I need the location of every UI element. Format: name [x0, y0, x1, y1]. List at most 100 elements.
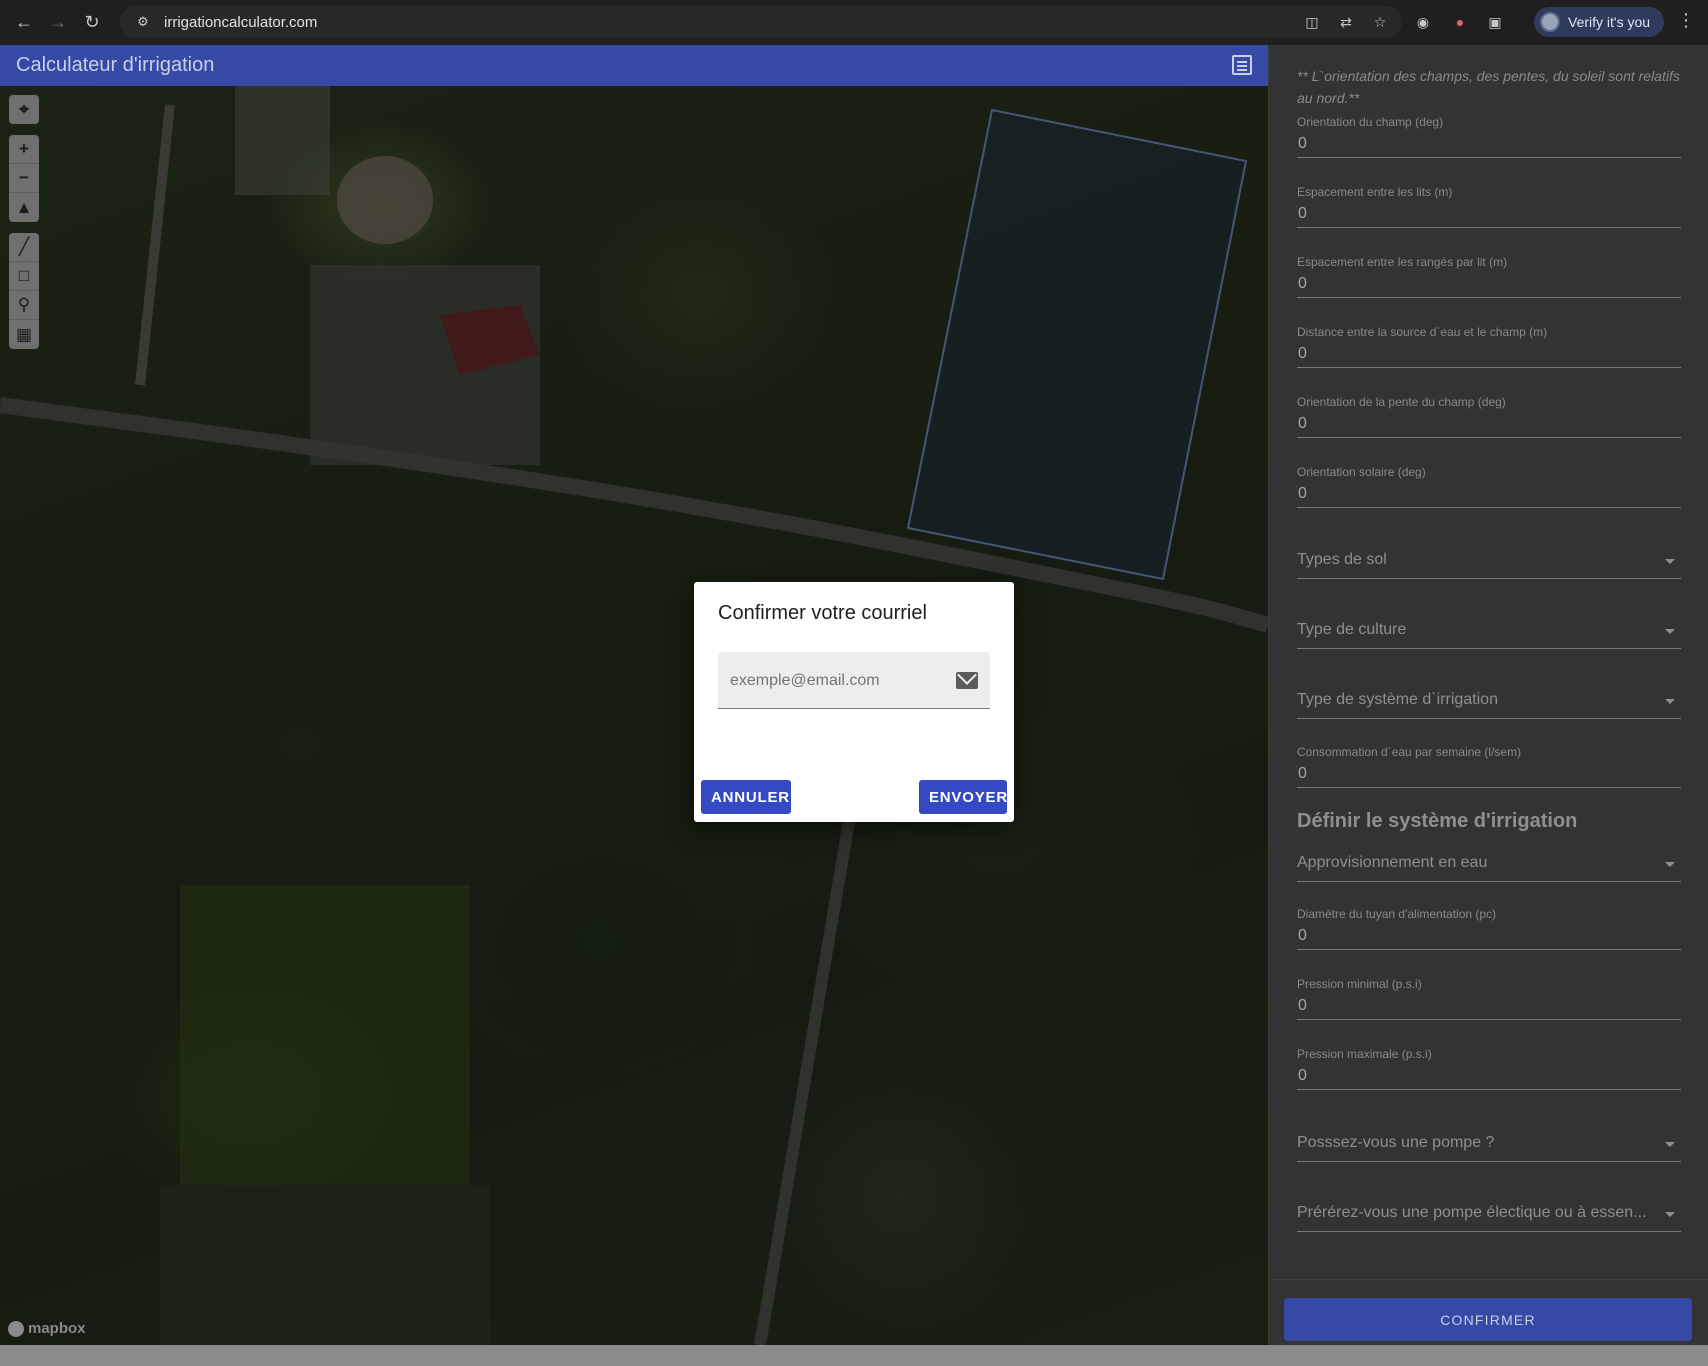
- field-orientation[interactable]: Orientation du champ (deg) 0: [1297, 115, 1681, 158]
- confirm-email-dialog: Confirmer votre courriel ANNULER ENVOYER: [694, 582, 1014, 822]
- chevron-down-icon: [1665, 559, 1675, 564]
- select-label: Types de sol: [1297, 551, 1387, 568]
- confirm-button[interactable]: CONFIRMER: [1284, 1298, 1692, 1341]
- field-value[interactable]: 0: [1297, 205, 1681, 227]
- email-input[interactable]: [730, 670, 950, 692]
- draw-polygon-icon[interactable]: □: [9, 262, 39, 291]
- field-value[interactable]: 0: [1297, 345, 1681, 367]
- field-value[interactable]: 0: [1297, 927, 1681, 949]
- back-icon[interactable]: ←: [10, 9, 38, 37]
- send-button[interactable]: ENVOYER: [919, 780, 1007, 814]
- field-label: Orientation du champ (deg): [1297, 115, 1444, 129]
- translate-icon[interactable]: ⇄: [1336, 12, 1356, 32]
- field-label: Espacement entre les rangés par lit (m): [1297, 255, 1508, 269]
- draw-point-icon[interactable]: ⚲: [9, 291, 39, 320]
- trash-icon[interactable]: ▦: [9, 320, 39, 349]
- reload-icon[interactable]: ↻: [78, 9, 106, 37]
- verify-label: Verify it's you: [1568, 14, 1651, 30]
- field-label: Orientation de la pente du champ (deg): [1297, 395, 1506, 409]
- chevron-down-icon: [1665, 1142, 1675, 1147]
- url-text: irrigationcalculator.com: [164, 13, 318, 31]
- field-solar-orientation[interactable]: Orientation solaire (deg) 0: [1297, 465, 1681, 508]
- draw-line-icon[interactable]: ╱: [9, 233, 39, 262]
- browser-menu-icon[interactable]: ⋮: [1676, 10, 1696, 34]
- chevron-down-icon: [1665, 1212, 1675, 1217]
- mapbox-mark-icon: [8, 1320, 24, 1337]
- chevron-down-icon: [1665, 629, 1675, 634]
- field-max-pressure[interactable]: Pression maximale (p.s.i) 0: [1297, 1047, 1681, 1090]
- mapbox-logo[interactable]: mapbox: [8, 1320, 86, 1337]
- field-slope-orientation[interactable]: Orientation de la pente du champ (deg) 0: [1297, 395, 1681, 438]
- install-app-icon[interactable]: ◫: [1302, 12, 1322, 32]
- app-header: Calculateur d'irrigation: [0, 45, 1268, 86]
- select-label: Prérérez-vous une pompe électique ou à e…: [1297, 1204, 1647, 1221]
- field-water-distance[interactable]: Distance entre la source d`eau et le cha…: [1297, 325, 1681, 368]
- field-label: Espacement entre les lits (m): [1297, 185, 1453, 199]
- extensions-puzzle-icon[interactable]: ▣: [1482, 9, 1508, 35]
- email-field-container[interactable]: [718, 652, 990, 709]
- field-label: Diamètre du tuyan d'alimentation (pc): [1297, 907, 1497, 921]
- field-value[interactable]: 0: [1297, 275, 1681, 297]
- field-value[interactable]: 0: [1297, 997, 1681, 1019]
- browser-toolbar: ← → ↻ ⚙ irrigationcalculator.com ◫ ⇄ ☆ ◉…: [0, 0, 1708, 45]
- navigation-control: + − ▲: [9, 135, 39, 222]
- select-label: Posssez-vous une pompe ?: [1297, 1134, 1495, 1151]
- mapbox-text: mapbox: [28, 1320, 86, 1337]
- bottom-strip: [0, 1345, 1708, 1366]
- field-min-pressure[interactable]: Pression minimal (p.s.i) 0: [1297, 977, 1681, 1020]
- address-bar[interactable]: ⚙ irrigationcalculator.com ◫ ⇄ ☆: [120, 6, 1402, 38]
- site-settings-icon[interactable]: ⚙: [134, 13, 152, 31]
- select-label: Type de culture: [1297, 621, 1407, 638]
- zoom-out-icon[interactable]: −: [9, 164, 39, 193]
- select-has-pump[interactable]: Posssez-vous une pompe ?: [1297, 1128, 1681, 1162]
- select-irrigation-system[interactable]: Type de système d`irrigation: [1297, 685, 1681, 719]
- parameters-sidebar: ** L`orientation des champs, des pentes,…: [1268, 45, 1708, 1345]
- extension-pin-icon[interactable]: ●: [1447, 9, 1473, 35]
- app-title: Calculateur d'irrigation: [16, 54, 215, 76]
- profile-avatar: [1540, 12, 1560, 32]
- zoom-in-icon[interactable]: +: [9, 135, 39, 164]
- geolocate-control: ⌖: [9, 95, 39, 124]
- field-row-spacing[interactable]: Espacement entre les rangés par lit (m) …: [1297, 255, 1681, 298]
- forward-icon[interactable]: →: [44, 9, 72, 37]
- field-pipe-diameter[interactable]: Diamètre du tuyan d'alimentation (pc) 0: [1297, 907, 1681, 950]
- field-label: Pression minimal (p.s.i): [1297, 977, 1422, 991]
- field-label: Orientation solaire (deg): [1297, 465, 1426, 479]
- section-title: Définir le système d'irrigation: [1297, 810, 1578, 832]
- field-value[interactable]: 0: [1297, 765, 1681, 787]
- cancel-button[interactable]: ANNULER: [701, 780, 791, 814]
- dialog-title: Confirmer votre courriel: [718, 602, 927, 624]
- list-menu-icon[interactable]: [1232, 55, 1252, 75]
- modal-backdrop[interactable]: [0, 45, 1268, 1345]
- omnibox-actions: ◫ ⇄ ☆: [1302, 6, 1390, 38]
- browser-nav: ← → ↻: [0, 9, 106, 37]
- orientation-note: ** L`orientation des champs, des pentes,…: [1297, 68, 1680, 106]
- field-water-consumption[interactable]: Consommation d`eau par semaine (l/sem) 0: [1297, 745, 1681, 788]
- bookmark-star-icon[interactable]: ☆: [1370, 12, 1390, 32]
- field-value[interactable]: 0: [1297, 135, 1681, 157]
- draw-control: ╱ □ ⚲ ▦: [9, 233, 39, 349]
- select-label: Type de système d`irrigation: [1297, 691, 1498, 708]
- compass-icon[interactable]: ▲: [9, 193, 39, 222]
- chevron-down-icon: [1665, 699, 1675, 704]
- field-label: Consommation d`eau par semaine (l/sem): [1297, 745, 1522, 759]
- chevron-down-icon: [1665, 862, 1675, 867]
- field-bed-spacing[interactable]: Espacement entre les lits (m) 0: [1297, 185, 1681, 228]
- geolocate-icon[interactable]: ⌖: [9, 95, 39, 124]
- field-label: Pression maximale (p.s.i): [1297, 1047, 1432, 1061]
- select-label: Approvisionnement en eau: [1297, 854, 1488, 871]
- verify-profile-button[interactable]: Verify it's you: [1534, 7, 1664, 37]
- field-value[interactable]: 0: [1297, 1067, 1681, 1089]
- select-crop-type[interactable]: Type de culture: [1297, 615, 1681, 649]
- select-soil-type[interactable]: Types de sol: [1297, 545, 1681, 579]
- mail-icon: [956, 672, 978, 689]
- app: Calculateur d'irrigation ⌖ + − ▲ ╱ □ ⚲ ▦…: [0, 45, 1708, 1366]
- satellite-map[interactable]: Calculateur d'irrigation ⌖ + − ▲ ╱ □ ⚲ ▦…: [0, 45, 1268, 1345]
- field-value[interactable]: 0: [1297, 415, 1681, 437]
- field-value[interactable]: 0: [1297, 485, 1681, 507]
- field-label: Distance entre la source d`eau et le cha…: [1297, 325, 1548, 339]
- select-pump-type[interactable]: Prérérez-vous une pompe électique ou à e…: [1297, 1198, 1681, 1232]
- select-water-supply[interactable]: Approvisionnement en eau: [1297, 848, 1681, 882]
- extension-icon[interactable]: ◉: [1410, 9, 1436, 35]
- sidebar-divider: [1269, 1279, 1708, 1280]
